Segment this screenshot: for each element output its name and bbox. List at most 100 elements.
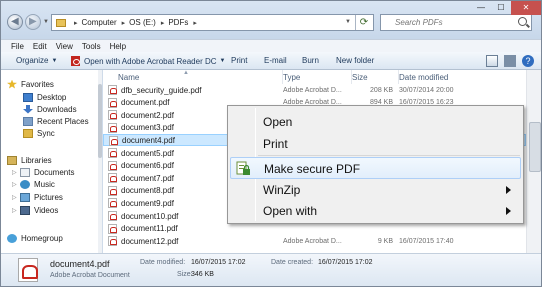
- recent-pages-dropdown-icon[interactable]: ▼: [43, 19, 49, 25]
- nav-favorites[interactable]: Favorites: [7, 78, 54, 90]
- refresh-button[interactable]: ⟳: [355, 15, 372, 30]
- forward-arrow-icon: ▶: [29, 16, 37, 27]
- context-open-label: Open: [263, 115, 293, 129]
- chevron-right-icon[interactable]: ▸: [122, 19, 126, 27]
- menu-file[interactable]: File: [11, 42, 24, 51]
- nav-label: Recent Places: [37, 116, 89, 126]
- search-box[interactable]: [380, 14, 532, 31]
- refresh-icon: ⟳: [359, 17, 369, 28]
- nav-label: Pictures: [34, 192, 63, 202]
- new-folder-button[interactable]: New folder: [336, 56, 374, 65]
- chevron-down-icon: ▼: [219, 58, 226, 64]
- nav-documents[interactable]: ▷ Documents: [12, 166, 74, 178]
- nav-downloads[interactable]: Downloads: [23, 103, 77, 115]
- column-header-date-modified[interactable]: Date modified: [399, 70, 519, 84]
- nav-videos[interactable]: ▷ Videos: [12, 204, 58, 216]
- email-button[interactable]: E-mail: [264, 56, 287, 65]
- nav-homegroup[interactable]: Homegroup: [7, 232, 63, 244]
- navigation-pane: Favorites Desktop Downloads Recent Place…: [1, 70, 102, 253]
- search-input[interactable]: [381, 15, 513, 30]
- menu-view[interactable]: View: [56, 42, 73, 51]
- expand-arrow-icon[interactable]: ▷: [12, 194, 20, 201]
- secure-pdf-icon: [236, 161, 250, 175]
- expand-arrow-icon[interactable]: ▷: [12, 169, 20, 176]
- search-icon[interactable]: [518, 17, 527, 26]
- breadcrumb-computer[interactable]: Computer: [82, 18, 117, 27]
- pdf-file-icon: [109, 136, 118, 147]
- menu-edit[interactable]: Edit: [33, 42, 47, 51]
- forward-button[interactable]: ▶: [25, 14, 41, 30]
- address-dropdown-icon[interactable]: ▼: [345, 19, 351, 25]
- nav-recent-places[interactable]: Recent Places: [23, 115, 89, 127]
- nav-sync[interactable]: Sync: [23, 127, 55, 139]
- open-with-button[interactable]: Open with Adobe Acrobat Reader DC ▼: [71, 56, 225, 66]
- pdf-file-icon: [108, 97, 117, 108]
- context-make-secure-pdf[interactable]: Make secure PDF: [230, 157, 521, 179]
- table-row[interactable]: dfb_security_guide.pdf Adobe Acrobat D...…: [103, 84, 526, 96]
- explorer-window: ◀ ▶ ▼ ▸ Computer ▸ OS (E:) ▸ PDFs ▸ ▼ ⟳ …: [0, 0, 542, 287]
- nav-music[interactable]: ▷ Music: [12, 178, 55, 190]
- pdf-file-icon: [108, 185, 117, 196]
- table-row[interactable]: document11.pdf: [103, 223, 526, 235]
- file-size: 208 KB: [370, 86, 393, 94]
- file-name: document.pdf: [121, 98, 170, 108]
- organize-label: Organize: [16, 56, 49, 65]
- column-header-type[interactable]: Type: [283, 70, 352, 84]
- back-button[interactable]: ◀: [7, 14, 23, 30]
- nav-desktop[interactable]: Desktop: [23, 91, 66, 103]
- pdf-file-icon: [108, 160, 117, 171]
- pdf-file-icon: [108, 85, 117, 95]
- context-open-with[interactable]: Open with: [230, 200, 521, 222]
- menu-tools[interactable]: Tools: [82, 42, 101, 51]
- nav-scrollbar[interactable]: [98, 70, 102, 253]
- file-name: document7.pdf: [121, 173, 174, 183]
- maximize-button[interactable]: ☐: [491, 1, 511, 15]
- chevron-right-icon[interactable]: ▸: [74, 19, 78, 27]
- chevron-right-icon[interactable]: ▸: [161, 19, 165, 27]
- context-winzip[interactable]: WinZip: [230, 179, 521, 201]
- column-header-size[interactable]: Size: [352, 70, 399, 84]
- pdf-file-icon: [108, 223, 117, 234]
- recent-places-icon: [23, 116, 33, 126]
- breadcrumb-drive[interactable]: OS (E:): [129, 18, 156, 27]
- details-pane: document4.pdf Adobe Acrobat Document Dat…: [1, 253, 541, 286]
- breadcrumb-folder[interactable]: PDFs: [168, 18, 188, 27]
- nav-label: Sync: [37, 128, 55, 138]
- address-bar[interactable]: ▸ Computer ▸ OS (E:) ▸ PDFs ▸ ▼ ⟳: [51, 14, 374, 31]
- change-view-icon[interactable]: [486, 55, 498, 67]
- sort-ascending-icon: ▲: [183, 70, 189, 76]
- details-created-value: 16/07/2015 17:02: [318, 259, 373, 266]
- expand-arrow-icon[interactable]: ▷: [12, 207, 20, 214]
- close-button[interactable]: ✕: [511, 1, 541, 15]
- burn-button[interactable]: Burn: [302, 56, 319, 65]
- context-menu: Open Print Make secure PDF WinZip Open w…: [227, 105, 524, 224]
- file-name: document10.pdf: [121, 211, 179, 221]
- column-header-name[interactable]: ▲ Name: [103, 70, 283, 84]
- nav-pictures[interactable]: ▷ Pictures: [12, 191, 63, 203]
- table-row[interactable]: document12.pdf Adobe Acrobat D... 9 KB 16/0…: [103, 235, 526, 247]
- context-open[interactable]: Open: [230, 111, 521, 133]
- acrobat-icon: [71, 56, 80, 66]
- submenu-arrow-icon: [506, 186, 511, 194]
- file-name: document5.pdf: [121, 148, 174, 158]
- nav-libraries[interactable]: Libraries: [7, 154, 52, 166]
- chevron-right-icon[interactable]: ▸: [193, 19, 197, 27]
- print-button[interactable]: Print: [231, 56, 247, 65]
- nav-label: Music: [34, 179, 55, 189]
- menu-help[interactable]: Help: [110, 42, 126, 51]
- context-print[interactable]: Print: [230, 133, 521, 155]
- file-name: document2.pdf: [121, 110, 174, 120]
- homegroup-icon: [7, 233, 17, 243]
- videos-icon: [20, 205, 30, 215]
- help-icon[interactable]: ?: [522, 55, 534, 67]
- pictures-icon: [20, 192, 30, 202]
- organize-button[interactable]: Organize ▼: [16, 56, 57, 65]
- expand-arrow-icon[interactable]: ▷: [12, 181, 20, 188]
- file-name: dfb_security_guide.pdf: [121, 85, 202, 95]
- minimize-button[interactable]: —: [471, 1, 491, 15]
- file-list-scrollbar[interactable]: [526, 70, 541, 253]
- preview-pane-icon[interactable]: [504, 55, 516, 67]
- folder-icon: [23, 128, 33, 138]
- menu-bar: File Edit View Tools Help: [1, 39, 541, 52]
- context-print-label: Print: [263, 137, 288, 151]
